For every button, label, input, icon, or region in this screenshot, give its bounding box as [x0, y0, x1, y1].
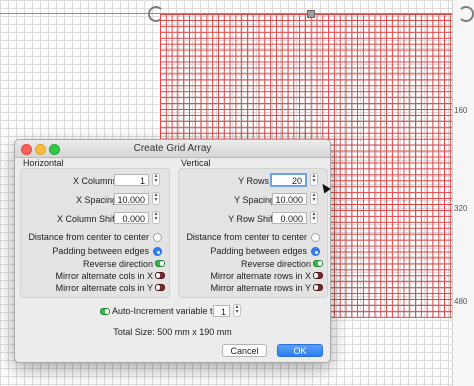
- x-column-shift-field[interactable]: 0.000: [114, 212, 149, 224]
- v-padding-radio[interactable]: [311, 247, 320, 256]
- x-columns-field[interactable]: 1: [114, 174, 149, 186]
- h-mirror-x-label: Mirror alternate cols in X: [55, 271, 153, 281]
- v-mirror-x-toggle[interactable]: [313, 272, 323, 279]
- h-padding-label: Padding between edges: [52, 246, 149, 256]
- dialog-titlebar: Create Grid Array: [15, 140, 330, 158]
- h-reverse-toggle[interactable]: [155, 260, 165, 267]
- cancel-button[interactable]: Cancel: [222, 344, 267, 357]
- x-column-shift-label: X Column Shift: [56, 214, 117, 224]
- dialog-title: Create Grid Array: [133, 143, 212, 154]
- h-mirror-y-toggle[interactable]: [155, 284, 165, 291]
- y-rows-stepper[interactable]: ▴ ▾: [310, 173, 318, 186]
- y-row-shift-label: Y Row Shift: [228, 214, 275, 224]
- x-columns-stepper[interactable]: ▴ ▾: [152, 173, 160, 186]
- horizontal-section-label: Horizontal: [23, 158, 64, 168]
- auto-increment-label: Auto-Increment variable text: [112, 306, 225, 316]
- v-center-radio[interactable]: [311, 233, 320, 242]
- ruler-label-480: 480: [454, 297, 468, 306]
- resize-handle-top[interactable]: [307, 10, 315, 18]
- horizontal-group: X Columns 1 ▴ ▾ X Spacing 10.000 ▴ ▾ X Col…: [20, 168, 170, 298]
- v-mirror-y-toggle[interactable]: [313, 284, 323, 291]
- ruler-label-160: 160: [454, 106, 468, 115]
- x-columns-label: X Columns: [72, 176, 117, 186]
- ruler-label-320: 320: [454, 204, 468, 213]
- y-spacing-stepper[interactable]: ▴ ▾: [310, 192, 318, 205]
- h-reverse-label: Reverse direction: [82, 259, 153, 269]
- h-mirror-x-toggle[interactable]: [155, 272, 165, 279]
- h-padding-radio[interactable]: [153, 247, 162, 256]
- total-size-label: Total Size: 500 mm x 190 mm: [113, 327, 232, 337]
- y-rows-label: Y Rows: [238, 176, 269, 186]
- v-mirror-x-label: Mirror alternate rows in X: [210, 271, 311, 281]
- rotate-handle-icon[interactable]: [148, 6, 164, 22]
- vertical-section-label: Vertical: [181, 158, 211, 168]
- v-mirror-y-label: Mirror alternate rows in Y: [210, 283, 311, 293]
- y-rows-field[interactable]: 20: [270, 173, 307, 187]
- v-reverse-toggle[interactable]: [313, 260, 323, 267]
- x-spacing-label: X Spacing: [75, 195, 117, 205]
- v-padding-label: Padding between edges: [210, 246, 307, 256]
- auto-increment-field[interactable]: 1: [213, 305, 230, 317]
- h-mirror-y-label: Mirror alternate cols in Y: [55, 283, 153, 293]
- x-spacing-field[interactable]: 10.000: [114, 193, 149, 205]
- v-center-label: Distance from center to center: [186, 232, 307, 242]
- y-row-shift-stepper[interactable]: ▴ ▾: [310, 211, 318, 224]
- x-spacing-stepper[interactable]: ▴ ▾: [152, 192, 160, 205]
- v-reverse-label: Reverse direction: [240, 259, 311, 269]
- y-spacing-label: Y Spacing: [234, 195, 275, 205]
- auto-increment-toggle[interactable]: [100, 308, 110, 315]
- vertical-ruler: [452, 0, 474, 386]
- x-column-shift-stepper[interactable]: ▴ ▾: [152, 211, 160, 224]
- y-row-shift-field[interactable]: 0.000: [272, 212, 307, 224]
- rotate-handle-right-icon[interactable]: [458, 6, 474, 22]
- y-spacing-field[interactable]: 10.000: [272, 193, 307, 205]
- vertical-group: Y Rows 20 ▴ ▾ Y Spacing 10.000 ▴ ▾ Y Row S…: [178, 168, 328, 298]
- h-center-radio[interactable]: [153, 233, 162, 242]
- auto-increment-stepper[interactable]: ▴ ▾: [233, 304, 241, 317]
- h-center-label: Distance from center to center: [28, 232, 149, 242]
- create-grid-array-dialog: Create Grid Array Horizontal X Columns 1…: [14, 139, 331, 363]
- ok-button[interactable]: OK: [277, 344, 323, 357]
